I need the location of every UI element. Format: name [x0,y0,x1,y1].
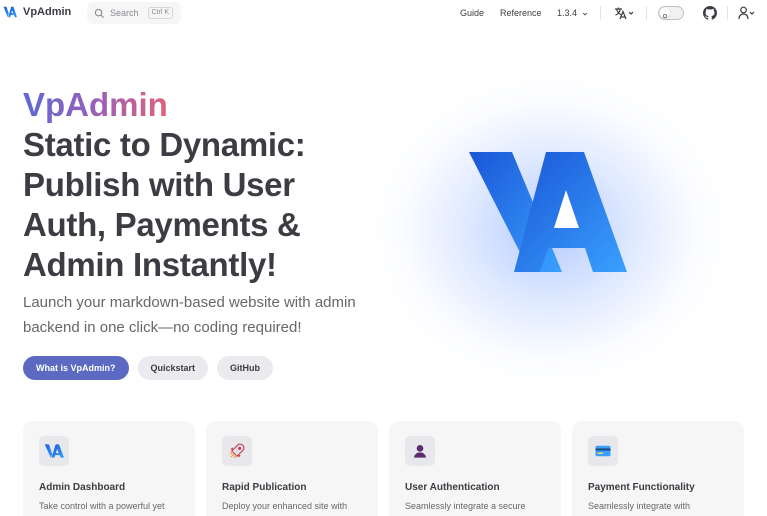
feature-card: User Authentication Seamlessly integrate… [389,421,561,516]
feature-title: Rapid Publication [222,482,307,493]
hero-actions: What is VpAdmin? Quickstart GitHub [23,356,274,380]
feature-title: Payment Functionality [588,482,695,493]
rocket-icon [229,443,245,459]
what-is-vpadmin-button[interactable]: What is VpAdmin? [23,356,129,380]
user-icon [414,445,426,458]
site-title-link[interactable]: VpAdmin [3,5,71,19]
features-section: Admin Dashboard Take control with a powe… [23,421,744,516]
nav-divider [727,6,728,20]
nav-divider [600,6,601,20]
sun-icon [660,8,670,19]
feature-card: Admin Dashboard Take control with a powe… [23,421,195,516]
va-logo-image [469,152,627,272]
feature-card: Payment Functionality Seamlessly integra… [572,421,744,516]
navbar: VpAdmin Search Ctrl K Guide Reference 1.… [0,0,767,26]
va-logo-icon [44,444,64,458]
search-label: Search [110,8,139,18]
search-shortcut: Ctrl K [147,7,173,19]
version-label: 1.3.4 [557,8,578,18]
hero-tagline: Launch your markdown-based website with … [23,294,356,336]
github-icon[interactable] [703,6,717,20]
feature-icon-box [588,436,618,466]
search-icon [94,8,105,18]
site-title: VpAdmin [23,6,72,18]
feature-details: Take control with a powerful yet [39,501,165,511]
nav-link-reference[interactable]: Reference [500,8,542,18]
feature-icon-box [405,436,435,466]
appearance-toggle[interactable] [658,6,684,20]
hero-headline: Static to Dynamic: Publish with User Aut… [23,126,306,283]
nav-divider [646,6,647,20]
feature-icon-box [222,436,252,466]
user-menu[interactable] [738,6,756,20]
feature-card: Rapid Publication Deploy your enhanced s… [206,421,378,516]
language-dropdown[interactable] [614,6,636,20]
va-logo-icon [3,6,17,18]
chevron-down-icon [582,12,587,16]
translate-icon [615,7,634,20]
credit-card-icon [595,445,611,457]
github-button[interactable]: GitHub [217,356,274,380]
feature-title: User Authentication [405,482,500,493]
hero-name: VpAdmin [23,86,168,123]
feature-title: Admin Dashboard [39,482,126,493]
quickstart-button[interactable]: Quickstart [137,356,209,380]
search-button[interactable]: Search Ctrl K [87,2,181,24]
feature-details: Seamlessly integrate with [588,501,691,511]
feature-icon-box [39,436,69,466]
feature-details: Deploy your enhanced site with [222,501,348,511]
version-dropdown[interactable]: 1.3.4 [557,8,588,18]
user-icon [738,6,755,20]
feature-details: Seamlessly integrate a secure [405,501,526,511]
nav-link-guide[interactable]: Guide [460,8,484,18]
